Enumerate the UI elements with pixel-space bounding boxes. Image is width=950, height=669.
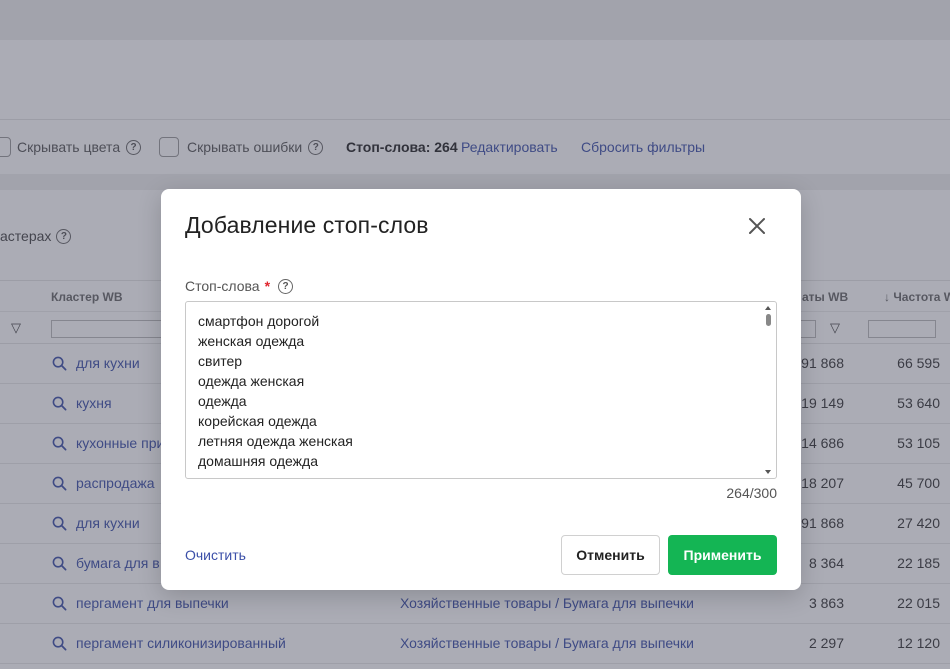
help-icon[interactable]: ?: [278, 278, 294, 294]
close-icon: [749, 218, 765, 234]
stopword-line: одежда женская: [198, 373, 305, 389]
stopwords-textarea[interactable]: смартфон дорогой женская одежда свитер одеж…: [185, 301, 777, 479]
cancel-button[interactable]: Отменить: [561, 535, 660, 575]
scrollbar-thumb[interactable]: [766, 314, 771, 326]
char-counter: 264/300: [726, 485, 777, 501]
stopword-line: одежда для дома: [198, 471, 353, 478]
required-mark: *: [264, 278, 271, 294]
stopwords-text: смартфон дорогой женская одежда свитер одеж…: [198, 311, 353, 478]
stopword-line: летняя одежда женская: [198, 433, 353, 449]
stopword-line: свитер: [198, 353, 243, 369]
stopwords-field-label: Стоп-слова * ?: [185, 278, 294, 294]
stopword-line: смартфон дорогой: [198, 313, 320, 329]
textarea-scrollbar[interactable]: [762, 302, 776, 478]
clear-link[interactable]: Очистить: [185, 547, 246, 563]
dialog-title: Добавление стоп-слов: [185, 212, 429, 238]
scroll-up-arrow[interactable]: [765, 306, 771, 310]
stopword-line: одежда: [198, 393, 247, 409]
stopword-line: женская одежда: [198, 333, 305, 349]
scroll-down-arrow[interactable]: [765, 470, 771, 474]
stopwords-dialog: Добавление стоп-слов Стоп-слова * ? смар…: [161, 189, 801, 590]
stopword-line: домашняя одежда: [198, 453, 318, 469]
close-button[interactable]: [745, 214, 769, 238]
apply-button[interactable]: Применить: [668, 535, 777, 575]
stopword-line: корейская одежда: [198, 413, 317, 429]
